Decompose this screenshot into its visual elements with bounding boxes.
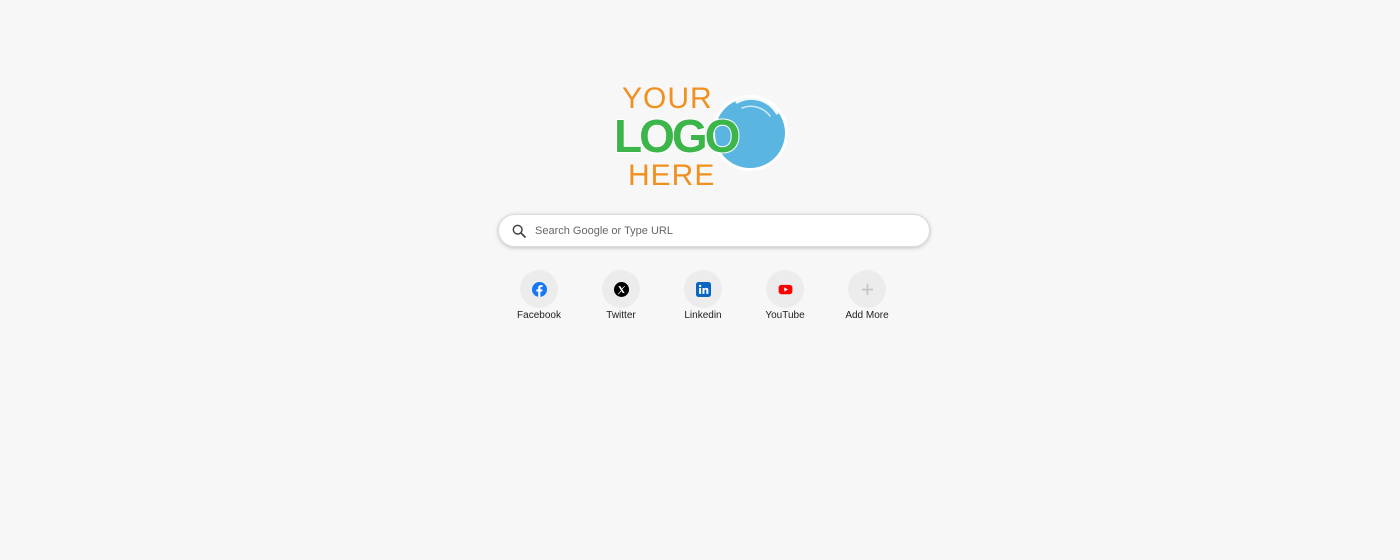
search-input[interactable] bbox=[535, 216, 929, 245]
shortcut-label: YouTube bbox=[765, 310, 805, 321]
youtube-icon bbox=[778, 284, 792, 294]
logo-graphic: YOUR LOGO HERE bbox=[613, 82, 788, 190]
new-tab-page: YOUR LOGO HERE Facebook bbox=[0, 0, 1400, 560]
shortcut-twitter[interactable]: Twitter bbox=[580, 270, 662, 326]
shortcut-label: Linkedin bbox=[684, 310, 722, 321]
x-icon bbox=[613, 281, 629, 297]
facebook-icon bbox=[531, 281, 547, 297]
search-icon bbox=[512, 224, 526, 238]
shortcut-label: Add More bbox=[845, 310, 889, 321]
your-logo-here-logo: YOUR LOGO HERE bbox=[612, 80, 792, 190]
shortcut-tile[interactable] bbox=[766, 270, 804, 308]
shortcut-label: Facebook bbox=[517, 310, 561, 321]
shortcut-youtube[interactable]: YouTube bbox=[744, 270, 826, 326]
shortcut-linkedin[interactable]: Linkedin bbox=[662, 270, 744, 326]
search-box[interactable] bbox=[498, 214, 930, 247]
shortcut-add-more[interactable]: Add More bbox=[826, 270, 908, 326]
shortcut-tile[interactable] bbox=[848, 270, 886, 308]
linkedin-icon bbox=[695, 281, 711, 297]
shortcut-label: Twitter bbox=[606, 310, 636, 321]
shortcut-tile[interactable] bbox=[520, 270, 558, 308]
logo-line-2: LOGO bbox=[614, 110, 739, 162]
shortcut-tile[interactable] bbox=[684, 270, 722, 308]
shortcuts-row: Facebook Twitter Linkedin YouTube Add Mo… bbox=[498, 270, 908, 330]
shortcut-facebook[interactable]: Facebook bbox=[498, 270, 580, 326]
plus-icon bbox=[861, 283, 873, 295]
shortcut-tile[interactable] bbox=[602, 270, 640, 308]
logo-line-3: HERE bbox=[628, 159, 715, 190]
